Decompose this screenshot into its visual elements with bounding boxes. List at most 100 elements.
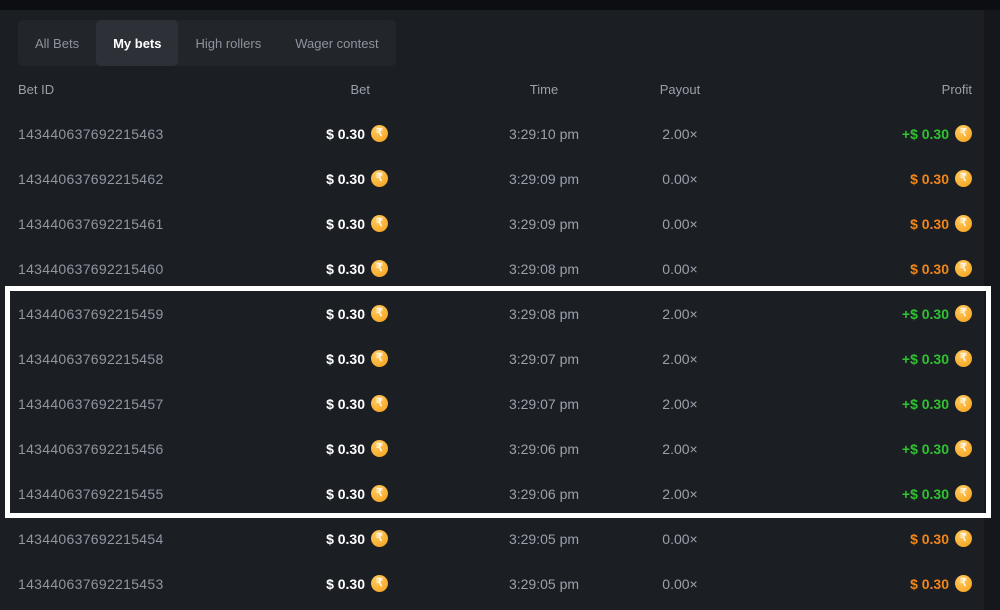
rupee-coin-icon: ₹ [371, 215, 388, 232]
bet-amount-value: $ 0.30 [326, 576, 365, 592]
bet-id-cell: 143440637692215463 [18, 126, 268, 142]
bet-amount-value: $ 0.30 [326, 261, 365, 277]
column-header-bet-id: Bet ID [18, 82, 268, 97]
table-row[interactable]: 143440637692215456$ 0.30₹3:29:06 pm2.00×… [0, 426, 1000, 471]
tab-all-bets[interactable]: All Bets [18, 20, 96, 66]
bet-amount-value: $ 0.30 [326, 126, 365, 142]
bet-amount-cell: $ 0.30 ₹ [268, 170, 488, 187]
rupee-coin-icon: ₹ [371, 530, 388, 547]
rupee-coin-icon: ₹ [371, 305, 388, 322]
bet-amount-cell: $ 0.30 ₹ [268, 575, 488, 592]
payout-cell: 2.00× [600, 126, 760, 142]
profit-cell: $ 0.30 ₹ [760, 260, 972, 277]
table-row[interactable]: 143440637692215461$ 0.30₹3:29:09 pm0.00×… [0, 201, 1000, 246]
rupee-coin-icon: ₹ [371, 350, 388, 367]
table-row[interactable]: 143440637692215462 $ 0.30 ₹3:29:09 pm0.00×… [0, 156, 1000, 201]
bet-amount-value: $ 0.30 [326, 171, 365, 187]
profit-value: +$ 0.30 [902, 396, 949, 412]
rupee-coin-icon: ₹ [955, 530, 972, 547]
time-cell: 3:29:07 pm [488, 396, 600, 412]
rupee-coin-icon: ₹ [955, 395, 972, 412]
payout-cell: 2.00× [600, 486, 760, 502]
column-header-time: Time [488, 82, 600, 97]
profit-cell: $ 0.30 ₹ [760, 575, 972, 592]
time-cell: 3:29:07 pm [488, 351, 600, 367]
tab-wager-contest[interactable]: Wager contest [278, 20, 395, 66]
rupee-coin-icon: ₹ [371, 575, 388, 592]
table-row[interactable]: 143440637692215453 $ 0.30 ₹3:29:05 pm0.00×… [0, 561, 1000, 606]
bet-amount-value: $ 0.30 [326, 396, 365, 412]
bet-amount-value: $ 0.30 [326, 531, 365, 547]
time-cell: 3:29:09 pm [488, 171, 600, 187]
table-header-row: Bet ID Bet Time Payout Profit [0, 80, 1000, 98]
column-header-payout: Payout [600, 82, 760, 97]
profit-value: +$ 0.30 [902, 441, 949, 457]
payout-cell: 2.00× [600, 441, 760, 457]
table-row[interactable]: 143440637692215457$ 0.30₹3:29:07 pm2.00×… [0, 381, 1000, 426]
time-cell: 3:29:06 pm [488, 486, 600, 502]
bet-id-cell: 143440637692215462 [18, 171, 268, 187]
bet-amount-cell: $ 0.30 ₹ [268, 305, 488, 322]
payout-cell: 0.00× [600, 171, 760, 187]
bet-amount-cell: $ 0.30 ₹ [268, 350, 488, 367]
time-cell: 3:29:10 pm [488, 126, 600, 142]
bet-amount-cell: $ 0.30 ₹ [268, 485, 488, 502]
table-row[interactable]: 143440637692215455$ 0.30₹3:29:06 pm2.00×… [0, 471, 1000, 516]
bet-id-cell: 143440637692215457 [18, 396, 268, 412]
rupee-coin-icon: ₹ [955, 260, 972, 277]
rupee-coin-icon: ₹ [371, 440, 388, 457]
rupee-coin-icon: ₹ [955, 305, 972, 322]
rupee-coin-icon: ₹ [955, 125, 972, 142]
time-cell: 3:29:05 pm [488, 576, 600, 592]
bet-id-cell: 143440637692215460 [18, 261, 268, 277]
tab-my-bets[interactable]: My bets [96, 20, 178, 66]
profit-value: $ 0.30 [910, 261, 949, 277]
profit-value: +$ 0.30 [902, 486, 949, 502]
time-cell: 3:29:05 pm [488, 531, 600, 547]
bet-amount-value: $ 0.30 [326, 486, 365, 502]
table-row[interactable]: 143440637692215454$ 0.30₹3:29:05 pm0.00×… [0, 516, 1000, 561]
bet-amount-cell: $ 0.30 ₹ [268, 440, 488, 457]
payout-cell: 0.00× [600, 261, 760, 277]
bet-amount-cell: $ 0.30 ₹ [268, 530, 488, 547]
profit-value: +$ 0.30 [902, 306, 949, 322]
bet-amount-value: $ 0.30 [326, 306, 365, 322]
payout-cell: 0.00× [600, 576, 760, 592]
table-row[interactable]: 143440637692215460 $ 0.30 ₹3:29:08 pm0.00×… [0, 246, 1000, 291]
profit-value: $ 0.30 [910, 171, 949, 187]
rupee-coin-icon: ₹ [371, 260, 388, 277]
payout-cell: 2.00× [600, 306, 760, 322]
table-row[interactable]: 143440637692215463 $ 0.30 ₹3:29:10 pm2.00×… [0, 111, 1000, 156]
column-header-bet: Bet [268, 82, 488, 97]
bet-amount-value: $ 0.30 [326, 441, 365, 457]
bet-amount-cell: $ 0.30 ₹ [268, 260, 488, 277]
time-cell: 3:29:09 pm [488, 216, 600, 232]
table-row[interactable]: 143440637692215458$ 0.30₹3:29:07 pm2.00×… [0, 336, 1000, 381]
tab-high-rollers[interactable]: High rollers [178, 20, 278, 66]
rupee-coin-icon: ₹ [371, 125, 388, 142]
rupee-coin-icon: ₹ [955, 350, 972, 367]
rupee-coin-icon: ₹ [955, 215, 972, 232]
rupee-coin-icon: ₹ [371, 170, 388, 187]
rupee-coin-icon: ₹ [955, 485, 972, 502]
time-cell: 3:29:08 pm [488, 306, 600, 322]
payout-cell: 2.00× [600, 351, 760, 367]
bet-id-cell: 143440637692215454 [18, 531, 268, 547]
profit-value: +$ 0.30 [902, 126, 949, 142]
profit-cell: $ 0.30₹ [760, 530, 972, 547]
top-bar [0, 0, 1000, 10]
rupee-coin-icon: ₹ [371, 485, 388, 502]
bet-id-cell: 143440637692215453 [18, 576, 268, 592]
bet-amount-cell: $ 0.30₹ [268, 215, 488, 232]
bet-id-cell: 143440637692215461 [18, 216, 268, 232]
table-row[interactable]: 143440637692215459$ 0.30₹3:29:08 pm2.00×… [0, 291, 1000, 336]
column-header-profit: Profit [760, 82, 972, 97]
bet-amount-cell: $ 0.30 ₹ [268, 125, 488, 142]
profit-cell: +$ 0.30 ₹ [760, 395, 972, 412]
bet-amount-value: $ 0.30 [326, 351, 365, 367]
payout-cell: 0.00× [600, 216, 760, 232]
bet-id-cell: 143440637692215456 [18, 441, 268, 457]
rupee-coin-icon: ₹ [955, 575, 972, 592]
time-cell: 3:29:08 pm [488, 261, 600, 277]
profit-value: $ 0.30 [910, 576, 949, 592]
